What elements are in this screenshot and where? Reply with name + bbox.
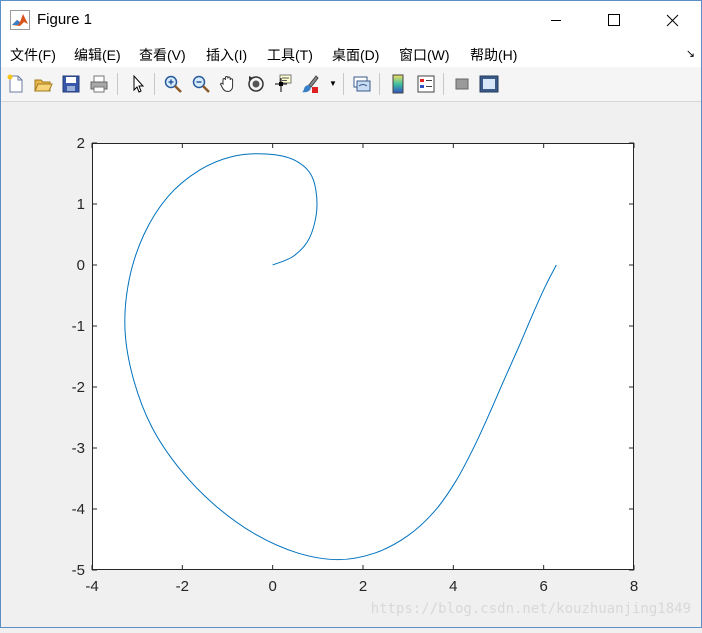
y-tick-label: -5 (72, 562, 85, 579)
title-bar[interactable]: Figure 1 (1, 1, 701, 39)
menu-help[interactable]: 帮助(H) (470, 45, 517, 65)
x-tick-label: 0 (268, 578, 276, 595)
new-figure-icon[interactable] (4, 72, 28, 96)
print-figure-icon[interactable] (87, 72, 111, 96)
y-tick-label: -1 (72, 318, 85, 335)
insert-colorbar-icon[interactable] (386, 72, 410, 96)
menu-edit[interactable]: 编辑(E) (74, 45, 121, 65)
minimize-button[interactable] (527, 1, 585, 39)
x-tick-label: 2 (359, 578, 367, 595)
y-tick-label: 2 (77, 135, 85, 152)
y-tick-label: 1 (77, 196, 85, 213)
toolbar-separator (117, 73, 118, 95)
menu-view[interactable]: 查看(V) (139, 45, 186, 65)
show-plot-tools-icon[interactable] (477, 72, 501, 96)
close-icon (666, 14, 678, 26)
toolbar-separator (443, 73, 444, 95)
y-tick-label: -3 (72, 440, 85, 457)
x-tick-label: -4 (85, 578, 98, 595)
minimize-icon (551, 20, 561, 21)
matlab-logo-icon (10, 10, 30, 30)
dock-arrow-icon[interactable]: ↘ (686, 47, 695, 60)
zoom-out-icon[interactable] (189, 72, 213, 96)
maximize-button[interactable] (585, 1, 643, 39)
axes-background (92, 143, 634, 570)
data-cursor-icon[interactable] (271, 72, 295, 96)
y-tick-label: -4 (72, 501, 85, 518)
menu-insert[interactable]: 插入(I) (206, 45, 247, 65)
toolbar-separator (154, 73, 155, 95)
menu-tools[interactable]: 工具(T) (267, 45, 313, 65)
zoom-in-icon[interactable] (161, 72, 185, 96)
menu-bar: 文件(F) 编辑(E) 查看(V) 插入(I) 工具(T) 桌面(D) 窗口(W… (1, 39, 701, 67)
save-figure-icon[interactable] (59, 72, 83, 96)
maximize-icon (608, 14, 620, 26)
pan-icon[interactable] (216, 72, 240, 96)
link-plot-icon[interactable] (350, 72, 374, 96)
figure-toolbar: ▼ (1, 67, 701, 102)
rotate-3d-icon[interactable] (244, 72, 268, 96)
menu-file[interactable]: 文件(F) (10, 45, 56, 65)
toolbar-separator (379, 73, 380, 95)
menu-window[interactable]: 窗口(W) (399, 45, 450, 65)
brush-icon[interactable] (298, 72, 322, 96)
x-tick-label: 8 (630, 578, 638, 595)
x-tick-label: -2 (176, 578, 189, 595)
toolbar-separator (343, 73, 344, 95)
chart-svg[interactable]: -4 -2 0 2 4 6 8-5-4-3-2-1012 (1, 102, 701, 628)
open-file-icon[interactable] (31, 72, 55, 96)
window-title: Figure 1 (37, 11, 93, 28)
watermark: https://blog.csdn.net/kouzhuanjing1849 (370, 601, 691, 617)
hide-plot-tools-icon[interactable] (450, 72, 474, 96)
close-button[interactable] (643, 1, 701, 39)
y-tick-label: -2 (72, 379, 85, 396)
y-tick-label: 0 (77, 257, 85, 274)
plot-area: -4 -2 0 2 4 6 8 -5 -4 -3 -2 -1 0 1 2 (1, 102, 701, 628)
menu-desktop[interactable]: 桌面(D) (332, 45, 379, 65)
brush-dropdown-icon[interactable]: ▼ (329, 79, 337, 88)
x-tick-label: 4 (449, 578, 457, 595)
insert-legend-icon[interactable] (414, 72, 438, 96)
figure-window: Figure 1 文件(F) 编辑(E) 查看(V) 插入(I) 工具(T) 桌… (0, 0, 702, 628)
edit-plot-icon[interactable] (126, 72, 150, 96)
x-tick-label: 6 (539, 578, 547, 595)
